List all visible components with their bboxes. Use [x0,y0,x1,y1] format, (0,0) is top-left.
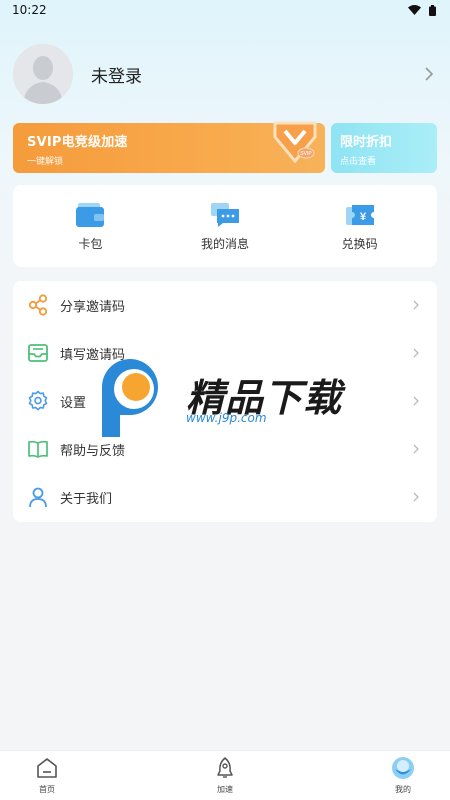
ticket-icon: ¥ [345,204,374,225]
discount-card[interactable]: 限时折扣 点击查看 [331,123,437,173]
chevron-right-icon [413,300,419,310]
menu-item-label: 分享邀请码 [60,299,126,315]
menu-item-about-us[interactable]: 关于我们 [13,473,437,521]
bottom-tab-bar: 首页 加速 我的 [0,750,450,800]
avatar[interactable] [13,44,73,104]
chevron-right-icon [413,348,419,358]
tab-label: 加速 [217,785,233,794]
menu-item-label: 帮助与反馈 [60,443,126,459]
default-avatar-icon [13,44,73,104]
menu-item-enter-invite[interactable]: 填写邀请码 [13,329,437,377]
wallet-icon [76,202,105,227]
svip-badge: SVIP [300,151,312,157]
status-icons [408,4,436,16]
share-icon [28,294,48,316]
menu-item-label: 设置 [60,395,87,411]
status-time: 10:22 [12,3,47,17]
quick-action-label: 卡包 [78,236,103,251]
chevron-right-icon [413,492,419,502]
menu-item-share-invite[interactable]: 分享邀请码 [13,281,437,329]
menu-item-label: 填写邀请码 [60,347,126,363]
user-icon [29,487,47,508]
profile-name[interactable]: 未登录 [91,62,421,87]
menu-item-help-feedback[interactable]: 帮助与反馈 [13,425,437,473]
svip-diamond-icon: SVIP [273,121,317,164]
quick-action-wallet[interactable]: 卡包 [35,201,145,252]
quick-action-messages[interactable]: 我的消息 [170,201,280,252]
tab-home[interactable]: 首页 [22,756,72,795]
inbox-icon [28,344,48,362]
status-bar: 10:22 [0,0,450,20]
message-icon [210,202,239,227]
discount-title: 限时折扣 [340,135,393,150]
home-icon [37,758,57,778]
svip-card[interactable]: SVIP电竞级加速 一键解锁 SVIP [13,121,325,173]
tab-accelerate[interactable]: 加速 [200,756,250,795]
menu-item-label: 关于我们 [60,491,113,507]
profile-row[interactable]: 未登录 [13,44,437,104]
tab-label: 首页 [39,785,55,794]
tab-label: 我的 [395,785,411,794]
menu-item-settings[interactable]: 设置 [13,377,437,425]
chevron-right-icon [425,67,434,81]
chevron-right-icon [413,444,419,454]
profile-tab-icon [392,757,414,779]
rocket-icon [217,757,233,778]
battery-icon [429,4,436,16]
discount-subtitle: 点击查看 [340,157,377,167]
wifi-icon [408,5,421,15]
chevron-right-icon [413,396,419,406]
quick-action-redeem[interactable]: ¥ 兑换码 [305,201,415,252]
quick-action-label: 兑换码 [341,236,378,251]
svg-text:¥: ¥ [360,211,367,223]
menu-card: 分享邀请码 填写邀请码 设置 帮助与反馈 关于我们 [13,281,437,522]
quick-actions-card: 卡包 我的消息 ¥ 兑换码 [13,185,437,267]
book-icon [28,440,48,458]
quick-action-label: 我的消息 [200,236,249,251]
gear-icon [28,390,48,411]
tab-mine[interactable]: 我的 [378,756,428,795]
